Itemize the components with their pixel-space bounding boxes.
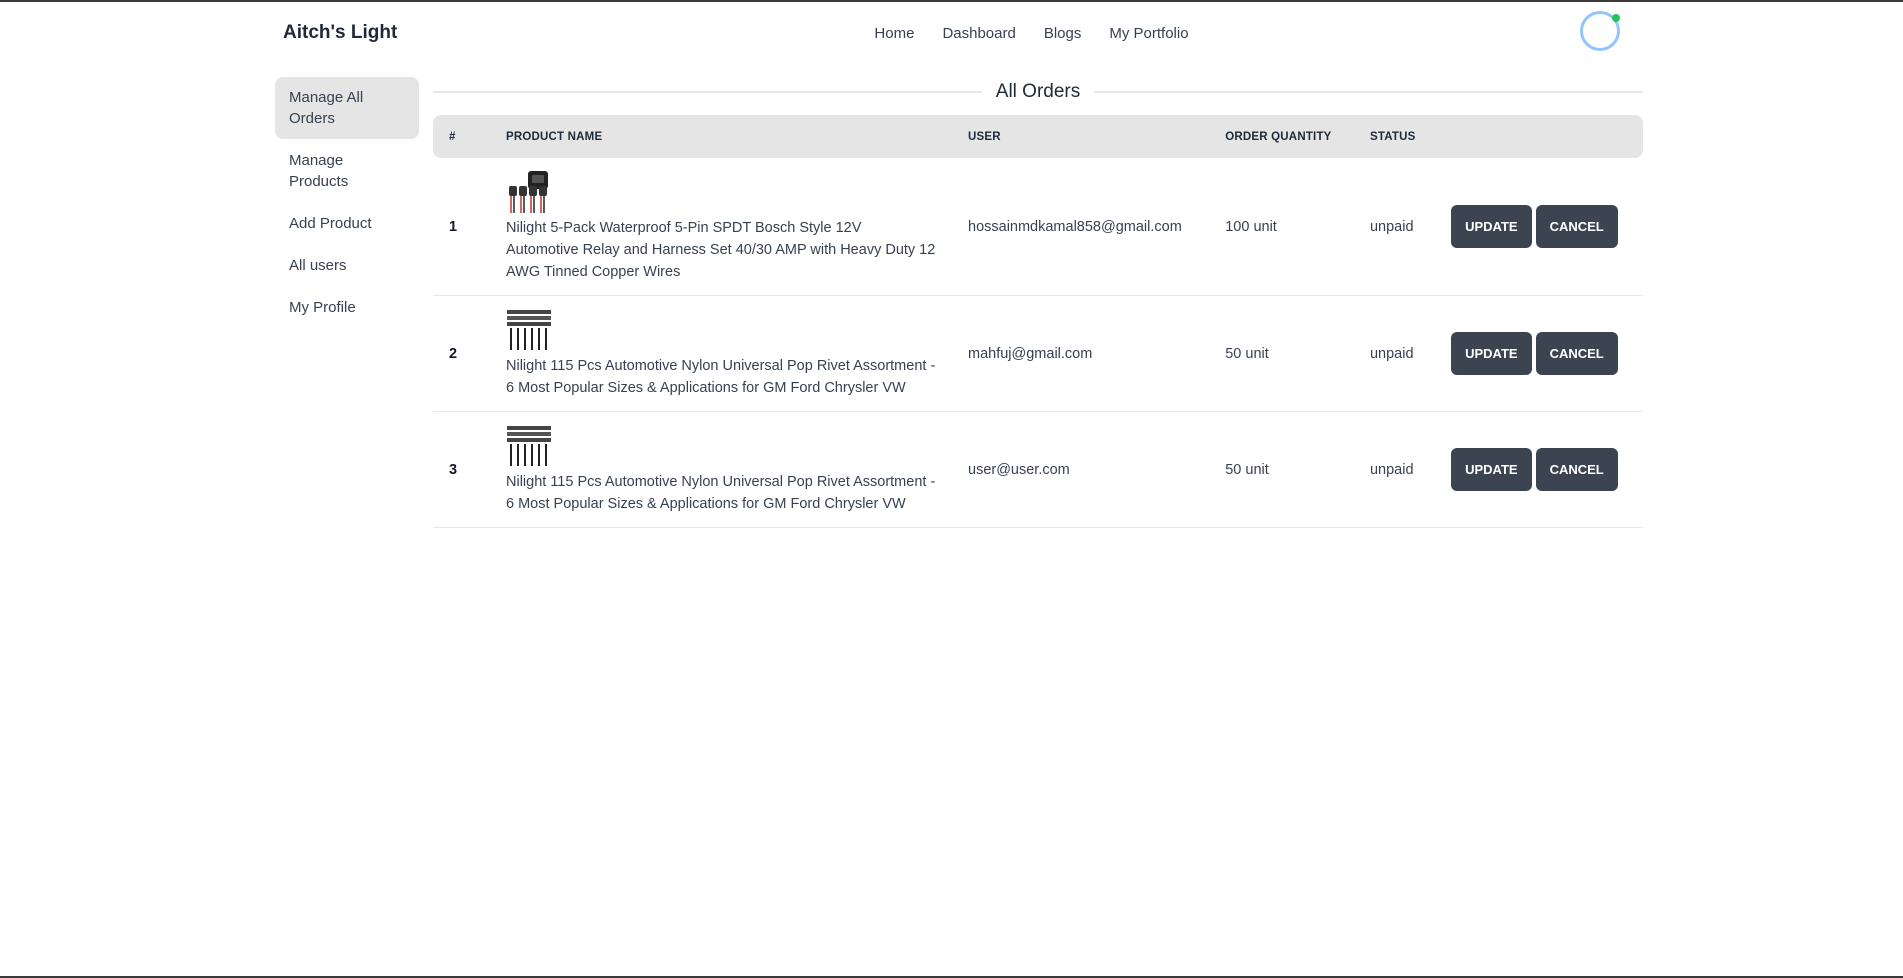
- page-title: All Orders: [995, 81, 1081, 102]
- navbar: Aitch's Light Home Dashboard Blogs My Po…: [275, 2, 1628, 64]
- product-name: Nilight 5-Pack Waterproof 5-Pin SPDT Bos…: [506, 220, 936, 280]
- sidebar-item-my-profile[interactable]: My Profile: [275, 287, 419, 328]
- update-button[interactable]: Update: [1451, 332, 1532, 375]
- sidebar-item-all-users[interactable]: All users: [275, 245, 419, 286]
- brand-logo[interactable]: Aitch's Light: [275, 22, 397, 44]
- rivet-assortment-image: [507, 310, 551, 350]
- nav-link-dashboard[interactable]: Dashboard: [942, 25, 1015, 42]
- rivet-assortment-image: [507, 426, 551, 466]
- user-email: mahfuj@gmail.com: [952, 295, 1210, 412]
- column-header-product: PRODUCT NAME: [490, 115, 952, 158]
- table-row: 3 Nilight 115 Pcs Automotive Nylon Unive…: [433, 411, 1643, 528]
- update-button[interactable]: Update: [1451, 205, 1532, 248]
- actions-cell: Update Cancel: [1435, 158, 1643, 296]
- table-header-row: # PRODUCT NAME USER ORDER QUANTITY STATU…: [433, 115, 1643, 158]
- order-quantity: 50 unit: [1209, 411, 1354, 528]
- sidebar-item-manage-all-orders[interactable]: Manage All Orders: [275, 77, 419, 139]
- product-cell: Nilight 5-Pack Waterproof 5-Pin SPDT Bos…: [490, 158, 952, 296]
- user-email: hossainmdkamal858@gmail.com: [952, 158, 1210, 296]
- order-status: unpaid: [1353, 295, 1436, 412]
- column-header-status: STATUS: [1353, 115, 1436, 158]
- sidebar-item-add-product[interactable]: Add Product: [275, 203, 419, 244]
- update-button[interactable]: Update: [1451, 448, 1532, 491]
- product-name: Nilight 115 Pcs Automotive Nylon Univers…: [506, 474, 936, 512]
- product-name: Nilight 115 Pcs Automotive Nylon Univers…: [506, 358, 936, 396]
- product-cell: Nilight 115 Pcs Automotive Nylon Univers…: [490, 411, 952, 528]
- column-header-actions: [1435, 115, 1643, 158]
- user-email: user@user.com: [952, 411, 1210, 528]
- column-header-user: USER: [952, 115, 1210, 158]
- cancel-button[interactable]: Cancel: [1535, 205, 1618, 248]
- table-row: 2 Nilight 115 Pcs Automotive Nylon Unive…: [433, 295, 1643, 412]
- nav-link-blogs[interactable]: Blogs: [1044, 25, 1082, 42]
- nav-links: Home Dashboard Blogs My Portfolio: [275, 2, 1628, 64]
- cancel-button[interactable]: Cancel: [1535, 332, 1618, 375]
- title-divider-left: [433, 91, 982, 93]
- row-index: 3: [433, 411, 490, 528]
- order-status: unpaid: [1353, 158, 1436, 296]
- orders-table: # PRODUCT NAME USER ORDER QUANTITY STATU…: [433, 115, 1643, 528]
- row-index: 2: [433, 295, 490, 412]
- order-quantity: 100 unit: [1209, 158, 1354, 296]
- order-quantity: 50 unit: [1209, 295, 1354, 412]
- relay-harness-image: [509, 171, 548, 213]
- product-cell: Nilight 115 Pcs Automotive Nylon Univers…: [490, 295, 952, 412]
- table-row: 1 Nilight 5-Pack Waterproof 5-Pin SPDT B…: [433, 158, 1643, 296]
- title-divider-right: [1094, 91, 1643, 93]
- column-header-index: #: [433, 115, 490, 158]
- main-content: All Orders # PRODUCT NAME USER ORDER QUA…: [433, 77, 1643, 528]
- actions-cell: Update Cancel: [1435, 411, 1643, 528]
- nav-link-portfolio[interactable]: My Portfolio: [1109, 25, 1188, 42]
- page-title-row: All Orders: [433, 77, 1643, 107]
- online-status-indicator: [1612, 14, 1620, 22]
- actions-cell: Update Cancel: [1435, 295, 1643, 412]
- row-index: 1: [433, 158, 490, 296]
- user-avatar[interactable]: [1580, 11, 1620, 51]
- nav-link-home[interactable]: Home: [874, 25, 914, 42]
- order-status: unpaid: [1353, 411, 1436, 528]
- sidebar-item-manage-products[interactable]: Manage Products: [275, 140, 419, 202]
- column-header-quantity: ORDER QUANTITY: [1209, 115, 1354, 158]
- dashboard-sidebar: Manage All Orders Manage Products Add Pr…: [275, 77, 419, 329]
- cancel-button[interactable]: Cancel: [1535, 448, 1618, 491]
